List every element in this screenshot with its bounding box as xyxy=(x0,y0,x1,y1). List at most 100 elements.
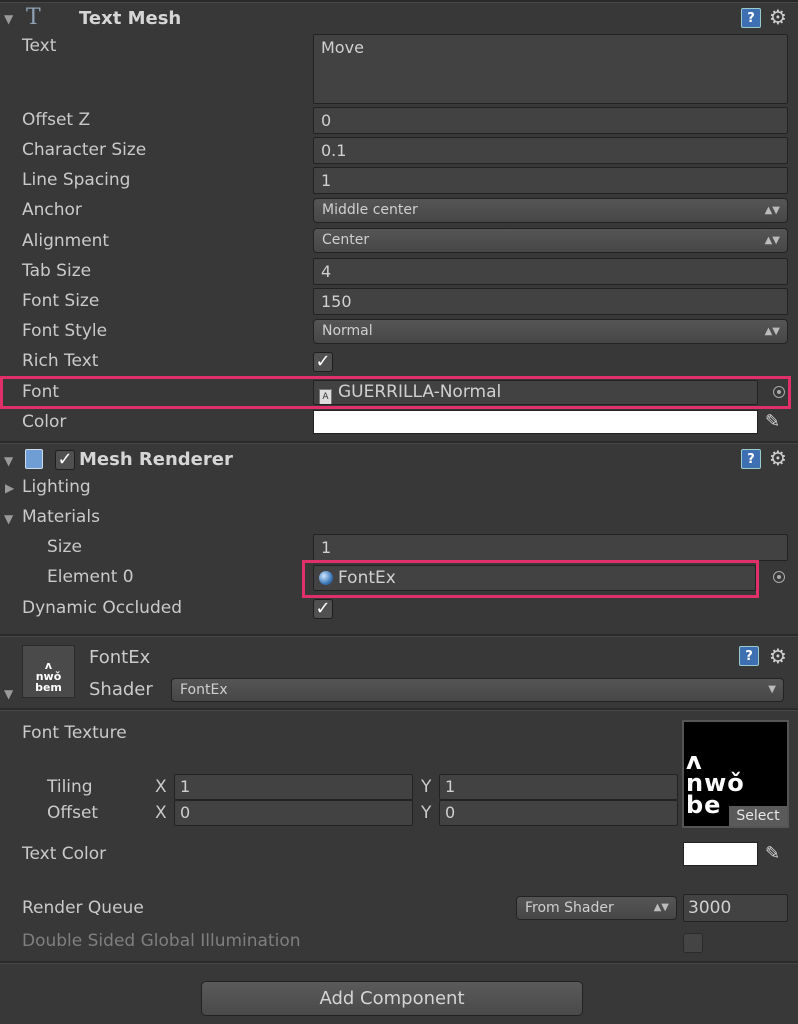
tab-size-field[interactable]: 4 xyxy=(313,258,788,285)
tab-size-value: 4 xyxy=(321,262,332,281)
offset-y-field[interactable]: 0 xyxy=(439,800,678,826)
materials-foldout[interactable]: Materials xyxy=(22,506,100,528)
gear-icon[interactable]: ⚙ xyxy=(769,447,787,469)
render-queue-mode-dropdown[interactable]: From Shader ▲▼ xyxy=(516,896,677,920)
foldout-arrow-icon[interactable]: ▶ xyxy=(5,481,14,495)
text-area[interactable]: Move xyxy=(313,34,788,104)
line-spacing-field[interactable]: 1 xyxy=(313,167,788,194)
font-size-field[interactable]: 150 xyxy=(313,288,788,315)
eyedropper-icon[interactable]: ✎ xyxy=(765,411,780,433)
checkmark-icon: ✓ xyxy=(315,351,331,372)
text-mesh-icon: T xyxy=(26,5,41,30)
offset-z-value: 0 xyxy=(321,111,332,130)
help-icon[interactable]: ? xyxy=(741,8,761,28)
updown-arrow-icon: ▲▼ xyxy=(764,326,780,337)
render-queue-field[interactable]: 3000 xyxy=(683,894,788,922)
tiling-x-label: X xyxy=(155,777,167,797)
mesh-renderer-enabled-checkbox[interactable]: ✓ xyxy=(55,450,75,470)
font-style-dropdown[interactable]: Normal ▲▼ xyxy=(313,319,788,344)
font-style-label: Font Style xyxy=(22,321,108,341)
alignment-dropdown[interactable]: Center ▲▼ xyxy=(313,228,788,253)
color-label: Color xyxy=(22,412,67,432)
font-label: Font xyxy=(22,382,60,402)
offset-z-field[interactable]: 0 xyxy=(313,107,788,134)
mesh-renderer-icon xyxy=(25,449,43,469)
top-separator xyxy=(0,0,798,3)
render-queue-label: Render Queue xyxy=(22,898,144,918)
foldout-arrow-icon[interactable]: ▼ xyxy=(4,512,13,526)
font-size-value: 150 xyxy=(321,292,352,311)
shader-dropdown[interactable]: FontEx ▼ xyxy=(171,678,784,702)
texture-select-button[interactable]: Select xyxy=(729,806,787,826)
dynamic-occluded-label: Dynamic Occluded xyxy=(22,598,182,618)
updown-arrow-icon: ▲▼ xyxy=(764,205,780,216)
font-texture-slot[interactable]: ʌ nwǒ be Select xyxy=(682,720,789,828)
tiling-y-field[interactable]: 1 xyxy=(439,774,678,800)
eyedropper-icon[interactable]: ✎ xyxy=(765,843,780,865)
materials-size-value: 1 xyxy=(321,538,332,557)
mesh-renderer-title: Mesh Renderer xyxy=(79,449,233,470)
section-separator xyxy=(0,708,798,711)
tiling-x-value: 1 xyxy=(180,777,191,796)
object-picker-icon[interactable] xyxy=(773,386,785,398)
section-separator xyxy=(0,441,798,444)
updown-arrow-icon: ▲▼ xyxy=(764,235,780,246)
anchor-label: Anchor xyxy=(22,200,82,220)
font-value: GUERRILLA-Normal xyxy=(338,382,502,402)
checkmark-icon: ✓ xyxy=(57,449,73,470)
double-sided-gi-label: Double Sided Global Illumination xyxy=(22,931,301,951)
foldout-arrow-icon[interactable]: ▼ xyxy=(4,454,13,468)
materials-size-field[interactable]: 1 xyxy=(313,534,788,561)
lighting-foldout[interactable]: Lighting xyxy=(22,476,91,498)
double-sided-gi-checkbox[interactable] xyxy=(683,933,703,953)
offset-y-label: Y xyxy=(421,803,432,823)
text-color-swatch[interactable] xyxy=(683,842,758,866)
element0-value: FontEx xyxy=(338,568,396,588)
shader-label: Shader xyxy=(89,679,153,700)
offset-x-field[interactable]: 0 xyxy=(174,800,413,826)
line-spacing-value: 1 xyxy=(321,171,332,190)
help-icon[interactable]: ? xyxy=(741,449,761,469)
section-separator xyxy=(0,961,798,964)
dynamic-occluded-checkbox[interactable]: ✓ xyxy=(313,599,333,619)
anchor-value: Middle center xyxy=(322,202,418,218)
gear-icon[interactable]: ⚙ xyxy=(769,645,787,667)
materials-size-label: Size xyxy=(47,537,82,557)
anchor-dropdown[interactable]: Middle center ▲▼ xyxy=(313,198,788,223)
color-swatch[interactable] xyxy=(313,410,758,434)
rich-text-checkbox[interactable]: ✓ xyxy=(313,352,333,372)
offset-x-label: X xyxy=(155,803,167,823)
font-asset-icon: A xyxy=(319,389,332,404)
shader-value: FontEx xyxy=(180,682,228,698)
element0-object-field[interactable]: FontEx xyxy=(313,565,756,591)
character-size-field[interactable]: 0.1 xyxy=(313,137,788,164)
font-size-label: Font Size xyxy=(22,291,100,311)
material-preview-thumbnail: ʌ nwǒ bem xyxy=(22,645,75,698)
text-color-label: Text Color xyxy=(22,844,107,864)
font-texture-label: Font Texture xyxy=(22,723,127,743)
font-object-field[interactable]: A GUERRILLA-Normal xyxy=(313,380,758,405)
tiling-x-field[interactable]: 1 xyxy=(174,774,413,800)
element0-label: Element 0 xyxy=(47,567,134,587)
help-icon[interactable]: ? xyxy=(739,646,759,666)
tiling-label: Tiling xyxy=(47,777,93,797)
checkmark-icon: ✓ xyxy=(315,598,331,619)
gear-icon[interactable]: ⚙ xyxy=(769,6,787,28)
tab-size-label: Tab Size xyxy=(22,261,92,281)
object-picker-icon[interactable] xyxy=(773,571,785,583)
offset-y-value: 0 xyxy=(445,803,456,822)
section-separator xyxy=(0,634,798,637)
tiling-y-value: 1 xyxy=(445,777,456,796)
foldout-arrow-icon[interactable]: ▼ xyxy=(4,687,13,701)
material-sphere-icon xyxy=(319,571,333,585)
foldout-arrow-icon[interactable]: ▼ xyxy=(4,12,13,26)
material-name: FontEx xyxy=(89,647,151,668)
rich-text-label: Rich Text xyxy=(22,351,99,371)
tiling-y-label: Y xyxy=(421,777,432,797)
add-component-button[interactable]: Add Component xyxy=(201,981,583,1016)
font-style-value: Normal xyxy=(322,323,373,339)
character-size-value: 0.1 xyxy=(321,141,347,160)
character-size-label: Character Size xyxy=(22,140,147,160)
text-label: Text xyxy=(22,36,57,56)
offset-x-value: 0 xyxy=(180,803,191,822)
